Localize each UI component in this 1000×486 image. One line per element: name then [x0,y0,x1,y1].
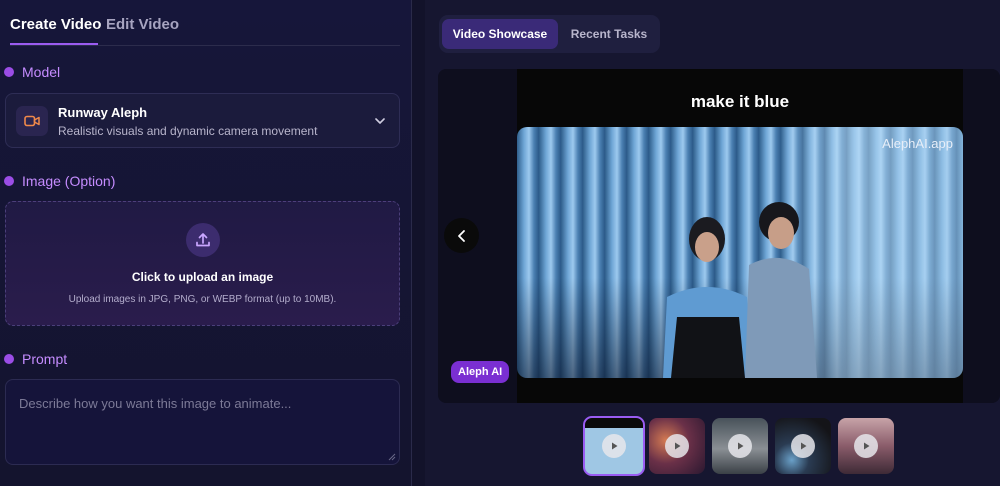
play-icon [602,434,626,458]
upload-icon [186,223,220,257]
video-camera-icon [16,106,48,136]
thumbnail-2[interactable] [649,418,705,474]
active-tab-indicator [10,43,98,45]
video-caption: make it blue [690,92,790,111]
tab-recent-tasks[interactable]: Recent Tasks [563,19,655,49]
play-icon [665,434,689,458]
prompt-label: Prompt [22,351,68,367]
watermark: AlephAI.app [882,136,953,151]
model-label: Model [22,64,61,80]
resize-grip-icon[interactable] [388,453,396,461]
model-description: Realistic visuals and dynamic camera mov… [58,124,318,138]
upload-title: Click to upload an image [131,270,274,284]
tab-video-showcase[interactable]: Video Showcase [442,19,558,49]
upload-subtitle: Upload images in JPG, PNG, or WEBP forma… [68,294,337,305]
chevron-down-icon[interactable] [373,114,387,128]
aleph-ai-badge: Aleph AI [451,361,510,383]
showcase-segmented-control: Video Showcase Recent Tasks [439,15,660,53]
model-name: Runway Aleph [58,105,148,120]
play-icon [728,434,752,458]
showcase-panel: Video Showcase Recent Tasks make it blue… [425,0,1000,486]
bullet-dot-icon [4,354,14,364]
tab-create-video[interactable]: Create Video [10,16,101,33]
figures-illustration [663,202,817,378]
video-player[interactable]: make it blue AlephAI.app [517,69,963,403]
editor-tabs: Create Video Edit Video [10,0,400,46]
bullet-dot-icon [4,67,14,77]
thumbnail-strip [583,416,903,476]
image-section-label: Image (Option) [4,173,115,189]
video-frame: AlephAI.app [517,127,963,378]
bullet-dot-icon [4,176,14,186]
create-panel: Create Video Edit Video Model Runway Ale… [0,0,412,486]
image-upload-dropzone[interactable]: Click to upload an image Upload images i… [5,201,400,326]
thumbnail-5[interactable] [838,418,894,474]
thumbnail-1[interactable] [583,416,645,476]
chevron-left-icon [457,229,465,242]
prompt-section-label: Prompt [4,351,67,367]
model-section-label: Model [4,64,60,80]
previous-button[interactable] [444,218,479,253]
play-icon [854,434,878,458]
prompt-textarea[interactable]: Describe how you want this image to anim… [5,379,400,465]
image-label: Image (Option) [22,173,116,189]
play-icon [791,434,815,458]
video-stage: make it blue AlephAI.app Aleph AI [438,69,1000,403]
prompt-placeholder: Describe how you want this image to anim… [19,396,292,411]
tab-edit-video[interactable]: Edit Video [106,16,179,33]
thumbnail-4[interactable] [775,418,831,474]
model-select[interactable]: Runway Aleph Realistic visuals and dynam… [5,93,400,148]
thumbnail-3[interactable] [712,418,768,474]
